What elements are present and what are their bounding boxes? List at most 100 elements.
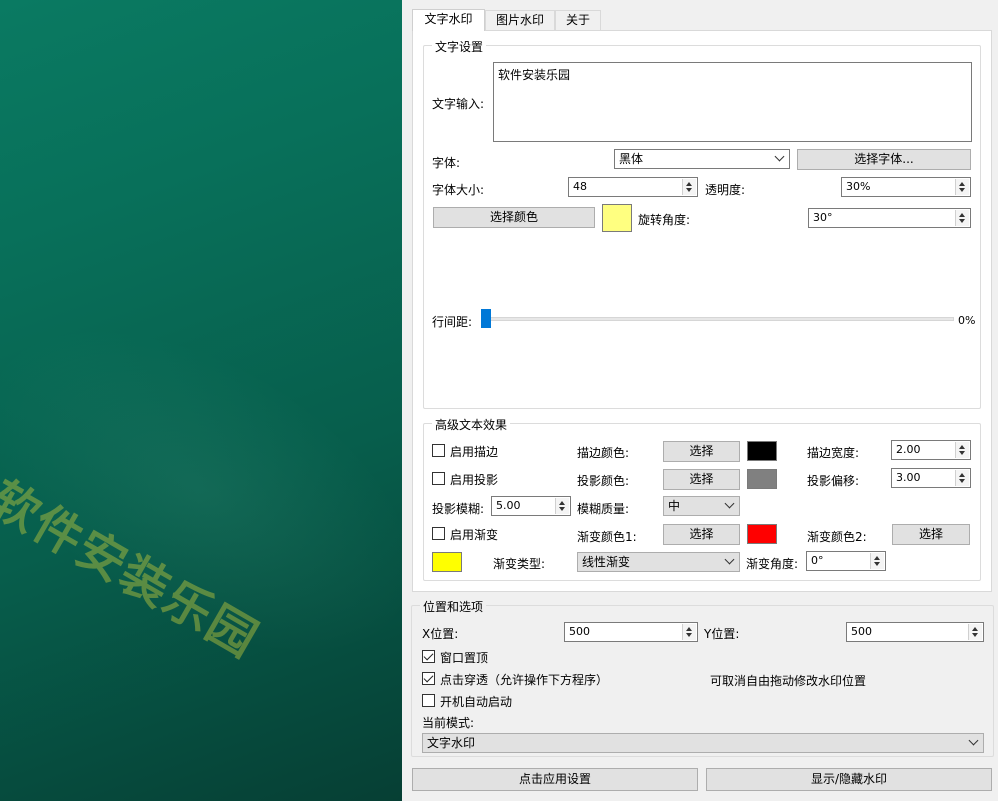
mode-select-value: 文字水印 (427, 736, 476, 750)
advanced-effects-title: 高级文本效果 (432, 416, 511, 433)
enable-shadow-label: 启用投影 (450, 473, 499, 487)
font-size-label: 字体大小: (432, 183, 485, 197)
text-input-label: 文字输入: (432, 97, 485, 111)
font-select[interactable]: 黑体 (614, 149, 790, 169)
x-position-spinner[interactable]: 500 (564, 622, 698, 642)
font-size-spinner[interactable]: 48 (568, 177, 698, 197)
y-position-spinner[interactable]: 500 (846, 622, 984, 642)
gradient-color2-button[interactable]: 选择 (892, 524, 970, 545)
spinner-arrows-icon[interactable] (682, 624, 696, 640)
line-spacing-label: 行间距: (432, 315, 473, 329)
font-size-value: 48 (573, 180, 587, 193)
stroke-color-label: 描边颜色: (577, 446, 630, 460)
drag-hint-text: 可取消自由拖动修改水印位置 (710, 674, 867, 688)
tab-about[interactable]: 关于 (555, 10, 601, 30)
chevron-down-icon (968, 735, 979, 746)
gradient-type-value: 线性渐变 (582, 555, 631, 569)
spinner-arrows-icon[interactable] (555, 498, 569, 514)
settings-panel: 文字水印 图片水印 关于 文字设置 文字输入: 软件安装乐园 字体: 黑体 选择… (402, 0, 998, 801)
shadow-color-swatch (747, 469, 777, 489)
rotation-spinner[interactable]: 30° (808, 208, 971, 228)
gradient-angle-value: 0° (811, 554, 824, 567)
select-color-button[interactable]: 选择颜色 (433, 207, 595, 228)
text-input-field[interactable]: 软件安装乐园 (493, 62, 972, 142)
line-spacing-value: 0% (958, 314, 976, 327)
checkbox-box[interactable] (422, 672, 435, 685)
blur-quality-label: 模糊质量: (577, 502, 630, 516)
topmost-label: 窗口置顶 (440, 651, 489, 665)
text-color-swatch (602, 204, 632, 232)
select-font-button[interactable]: 选择字体... (797, 149, 971, 170)
autostart-label: 开机自动启动 (440, 695, 513, 709)
rotation-value: 30° (813, 211, 833, 224)
click-through-label: 点击穿透（允许操作下方程序） (440, 673, 609, 687)
shadow-blur-label: 投影模糊: (432, 502, 485, 516)
font-select-value: 黑体 (619, 152, 644, 166)
shadow-blur-spinner[interactable]: 5.00 (491, 496, 571, 516)
shadow-offset-value: 3.00 (896, 471, 921, 484)
chevron-down-icon (774, 151, 785, 162)
opacity-spinner[interactable]: 30% (841, 177, 971, 197)
stroke-width-value: 2.00 (896, 443, 921, 456)
click-through-checkbox[interactable]: 点击穿透（允许操作下方程序） (422, 671, 642, 687)
tab-content: 文字设置 文字输入: 软件安装乐园 字体: 黑体 选择字体... 字体大小: 4… (412, 30, 992, 592)
opacity-value: 30% (846, 180, 871, 193)
apply-settings-button[interactable]: 点击应用设置 (412, 768, 698, 791)
mode-select[interactable]: 文字水印 (422, 733, 984, 753)
checkbox-box[interactable] (432, 527, 445, 540)
chevron-down-icon (724, 554, 735, 565)
enable-shadow-checkbox[interactable]: 启用投影 (432, 471, 522, 487)
opacity-label: 透明度: (705, 183, 746, 197)
x-position-label: X位置: (422, 627, 459, 641)
shadow-color-button[interactable]: 选择 (663, 469, 740, 490)
spinner-arrows-icon[interactable] (870, 553, 884, 569)
stroke-color-swatch (747, 441, 777, 461)
toggle-watermark-button[interactable]: 显示/隐藏水印 (706, 768, 992, 791)
spinner-arrows-icon[interactable] (682, 179, 696, 195)
spinner-arrows-icon[interactable] (955, 179, 969, 195)
text-settings-group: 文字设置 文字输入: 软件安装乐园 字体: 黑体 选择字体... 字体大小: 4… (423, 38, 981, 409)
stroke-width-spinner[interactable]: 2.00 (891, 440, 971, 460)
checkbox-box[interactable] (432, 472, 445, 485)
enable-stroke-checkbox[interactable]: 启用描边 (432, 443, 522, 459)
current-mode-label: 当前模式: (422, 716, 475, 730)
gradient-angle-label: 渐变角度: (746, 557, 799, 571)
checkbox-box[interactable] (422, 650, 435, 663)
y-position-label: Y位置: (704, 627, 740, 641)
gradient-type-label: 渐变类型: (493, 557, 546, 571)
shadow-blur-value: 5.00 (496, 499, 521, 512)
checkbox-box[interactable] (432, 444, 445, 457)
spinner-arrows-icon[interactable] (968, 624, 982, 640)
enable-gradient-label: 启用渐变 (450, 528, 499, 542)
shadow-offset-spinner[interactable]: 3.00 (891, 468, 971, 488)
topmost-checkbox[interactable]: 窗口置顶 (422, 649, 512, 665)
gradient-color1-button[interactable]: 选择 (663, 524, 740, 545)
blur-quality-select[interactable]: 中 (663, 496, 740, 516)
enable-gradient-checkbox[interactable]: 启用渐变 (432, 526, 522, 542)
gradient-type-select[interactable]: 线性渐变 (577, 552, 740, 572)
font-label: 字体: (432, 156, 461, 170)
spinner-arrows-icon[interactable] (955, 442, 969, 458)
tab-text-watermark[interactable]: 文字水印 (412, 9, 485, 31)
shadow-offset-label: 投影偏移: (807, 474, 860, 488)
gradient-color1-swatch (747, 524, 777, 544)
tab-image-watermark[interactable]: 图片水印 (485, 10, 555, 30)
stroke-width-label: 描边宽度: (807, 446, 860, 460)
chevron-down-icon (724, 498, 735, 509)
spinner-arrows-icon[interactable] (955, 470, 969, 486)
blur-quality-value: 中 (668, 499, 681, 513)
line-spacing-slider-thumb[interactable] (481, 309, 491, 328)
line-spacing-slider-track[interactable] (484, 317, 954, 321)
spinner-arrows-icon[interactable] (955, 210, 969, 226)
shadow-color-label: 投影颜色: (577, 474, 630, 488)
x-position-value: 500 (569, 625, 590, 638)
autostart-checkbox[interactable]: 开机自动启动 (422, 693, 532, 709)
gradient-color2-swatch (432, 552, 462, 572)
checkbox-box[interactable] (422, 694, 435, 707)
position-options-group: 位置和选项 X位置: 500 Y位置: 500 窗口置顶 点击穿透（允许操作下方… (411, 598, 994, 757)
gradient-angle-spinner[interactable]: 0° (806, 551, 886, 571)
gradient-color2-label: 渐变颜色2: (807, 530, 867, 544)
stroke-color-button[interactable]: 选择 (663, 441, 740, 462)
y-position-value: 500 (851, 625, 872, 638)
watermark-preview: 软件安装乐园 (0, 0, 402, 801)
